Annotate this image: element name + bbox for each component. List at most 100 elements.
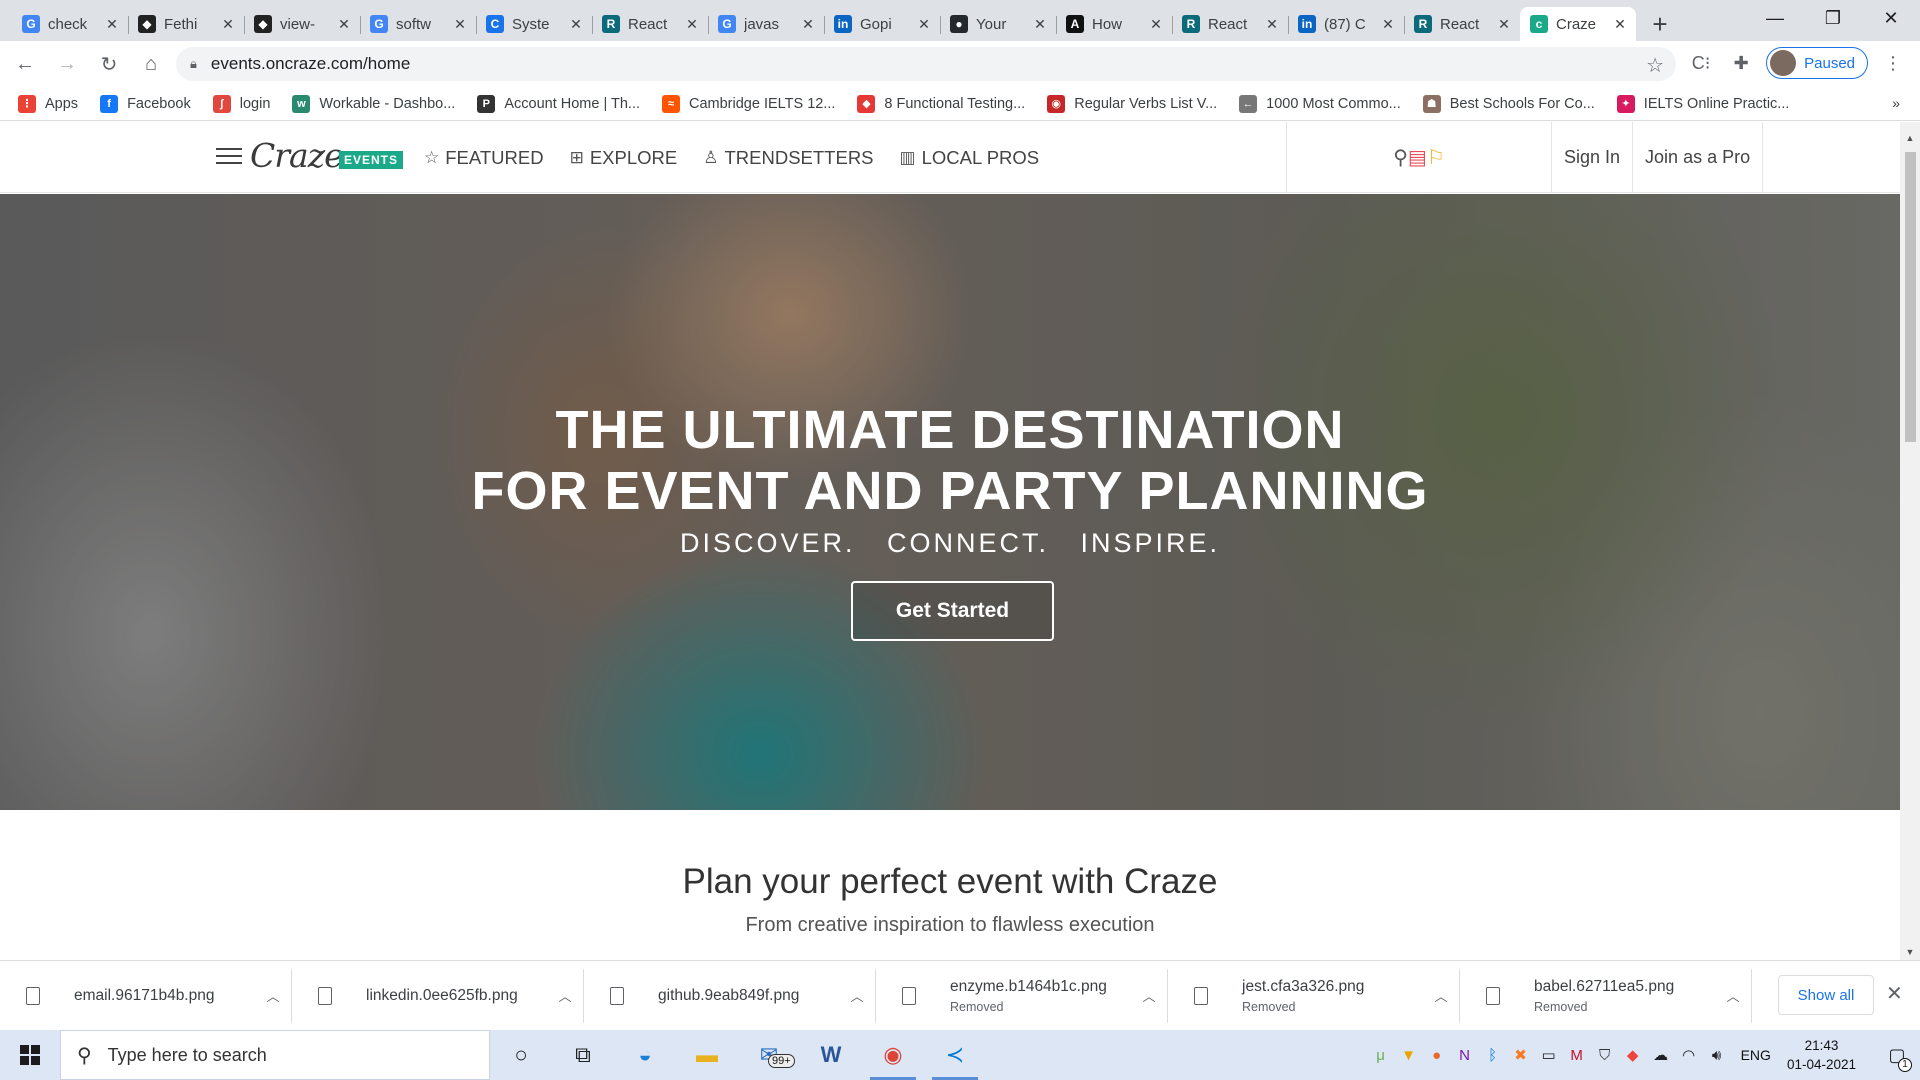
- hamburger-menu-icon[interactable]: [216, 148, 242, 169]
- close-tab-icon[interactable]: ✕: [452, 16, 468, 33]
- browser-tab[interactable]: Gcheck ✕: [12, 7, 128, 41]
- nav-item-trendsetters[interactable]: ♙ TRENDSETTERS: [703, 147, 873, 169]
- home-button[interactable]: ⌂: [134, 47, 168, 81]
- task-view-icon[interactable]: ⧉: [552, 1030, 614, 1080]
- craze-logo[interactable]: Craze: [250, 136, 344, 175]
- browser-tab[interactable]: c Craze ✕: [1520, 7, 1636, 41]
- bookmark-item[interactable]: ← 1000 Most Commo...: [1239, 94, 1401, 113]
- close-tab-icon[interactable]: ✕: [916, 16, 932, 33]
- cortana-icon[interactable]: ○: [490, 1030, 552, 1080]
- wifi-icon[interactable]: ◠: [1675, 1046, 1703, 1064]
- bookmark-item[interactable]: ʃ login: [212, 94, 270, 113]
- bookmark-icon[interactable]: ⚐: [1427, 145, 1445, 170]
- bookmark-item[interactable]: ⋮ Apps: [18, 94, 78, 113]
- nav-item-featured[interactable]: ☆ FEATURED: [424, 147, 544, 169]
- browser-tab[interactable]: Gjavas ✕: [708, 7, 824, 41]
- download-item[interactable]: enzyme.b1464b1c.png Removed ︿: [876, 968, 1168, 1023]
- forward-button[interactable]: →: [50, 47, 84, 81]
- onenote-icon[interactable]: N: [1451, 1047, 1479, 1064]
- close-tab-icon[interactable]: ✕: [1148, 16, 1164, 33]
- chevron-up-icon[interactable]: ︿: [1715, 986, 1751, 1005]
- bookmark-star-icon[interactable]: ☆: [1646, 53, 1664, 78]
- nav-item-local-pros[interactable]: ▥ LOCAL PROS: [900, 147, 1040, 169]
- close-tab-icon[interactable]: ✕: [800, 16, 816, 33]
- scroll-down-arrow-icon[interactable]: ▼: [1900, 944, 1920, 960]
- close-tab-icon[interactable]: ✕: [1032, 16, 1048, 33]
- new-tab-button[interactable]: +: [1642, 7, 1678, 41]
- sign-in-link[interactable]: Sign In: [1551, 122, 1632, 193]
- browser-tab[interactable]: in (87) C ✕: [1288, 7, 1404, 41]
- anydesk-icon[interactable]: ◆: [1619, 1046, 1647, 1064]
- maximize-button[interactable]: ❐: [1804, 0, 1862, 36]
- bluetooth-icon[interactable]: ᛒ: [1479, 1047, 1507, 1064]
- download-item[interactable]: babel.62711ea5.png Removed ︿: [1460, 968, 1752, 1023]
- chevron-up-icon[interactable]: ︿: [839, 986, 875, 1005]
- bookmark-item[interactable]: ◉ Regular Verbs List V...: [1047, 94, 1217, 113]
- address-bar[interactable]: 🔒︎ events.oncraze.com/home ☆: [176, 47, 1676, 81]
- file-explorer-icon[interactable]: ▬: [676, 1030, 738, 1080]
- input-language[interactable]: ENG: [1741, 1047, 1771, 1063]
- edge-browser-icon[interactable]: ◒: [614, 1030, 676, 1080]
- bookmark-item[interactable]: w Workable - Dashbo...: [292, 94, 455, 113]
- extension-icon[interactable]: C⁝: [1686, 48, 1716, 78]
- chevron-up-icon[interactable]: ︿: [1423, 986, 1459, 1005]
- browser-tab[interactable]: R React ✕: [1172, 7, 1288, 41]
- vscode-icon[interactable]: ≺: [924, 1030, 986, 1080]
- download-item[interactable]: linkedin.0ee625fb.png ︿: [292, 968, 584, 1023]
- back-button[interactable]: ←: [8, 47, 42, 81]
- scroll-up-arrow-icon[interactable]: ▲: [1900, 130, 1920, 146]
- nav-item-explore[interactable]: ⊞ EXPLORE: [570, 147, 678, 169]
- browser-tab[interactable]: ◆ Fethi ✕: [128, 7, 244, 41]
- chevron-up-icon[interactable]: ︿: [1131, 986, 1167, 1005]
- chevron-up-icon[interactable]: ︿: [547, 986, 583, 1005]
- search-icon[interactable]: ⚲: [1393, 145, 1408, 170]
- bookmarks-overflow-icon[interactable]: »: [1892, 95, 1900, 111]
- browser-tab[interactable]: R React ✕: [592, 7, 708, 41]
- bookmark-item[interactable]: f Facebook: [100, 94, 191, 113]
- join-as-pro-link[interactable]: Join as a Pro: [1632, 122, 1764, 193]
- close-tab-icon[interactable]: ✕: [1612, 16, 1628, 33]
- reload-button[interactable]: ↻: [92, 47, 126, 81]
- close-tab-icon[interactable]: ✕: [1496, 16, 1512, 33]
- browser-tab[interactable]: A How ✕: [1056, 7, 1172, 41]
- word-icon[interactable]: W: [800, 1030, 862, 1080]
- clock[interactable]: 21:43 01-04-2021: [1787, 1036, 1856, 1074]
- bookmark-item[interactable]: ☗ Best Schools For Co...: [1422, 94, 1595, 113]
- bookmark-item[interactable]: ◆ 8 Functional Testing...: [857, 94, 1025, 113]
- start-button[interactable]: [0, 1030, 60, 1080]
- scrollbar-thumb[interactable]: [1905, 152, 1916, 442]
- close-tab-icon[interactable]: ✕: [684, 16, 700, 33]
- browser-menu-icon[interactable]: ⋮: [1878, 48, 1908, 78]
- browser-tab[interactable]: ● Your ✕: [940, 7, 1056, 41]
- browser-tab[interactable]: C Syste ✕: [476, 7, 592, 41]
- close-tab-icon[interactable]: ✕: [1264, 16, 1280, 33]
- close-tab-icon[interactable]: ✕: [220, 16, 236, 33]
- utorrent-icon[interactable]: μ: [1367, 1047, 1395, 1064]
- taskbar-search-box[interactable]: ⚲ Type here to search: [60, 1030, 490, 1080]
- close-download-shelf-icon[interactable]: ✕: [1886, 981, 1903, 1006]
- bookmark-item[interactable]: P Account Home | Th...: [477, 94, 640, 113]
- download-item[interactable]: email.96171b4b.png ︿: [0, 968, 292, 1023]
- browser-tab[interactable]: in Gopi ✕: [824, 7, 940, 41]
- app-tray-icon[interactable]: ●: [1423, 1047, 1451, 1064]
- close-tab-icon[interactable]: ✕: [336, 16, 352, 33]
- battery-icon[interactable]: ▭: [1535, 1046, 1563, 1064]
- bookmark-item[interactable]: ✦ IELTS Online Practic...: [1616, 94, 1789, 113]
- download-item[interactable]: github.9eab849f.png ︿: [584, 968, 876, 1023]
- close-tab-icon[interactable]: ✕: [1380, 16, 1396, 33]
- minimize-button[interactable]: —: [1746, 0, 1804, 36]
- browser-tab[interactable]: Gsoftw ✕: [360, 7, 476, 41]
- network-icon[interactable]: ☁: [1647, 1046, 1675, 1064]
- show-all-downloads-button[interactable]: Show all: [1778, 975, 1874, 1015]
- close-window-button[interactable]: ✕: [1862, 0, 1920, 36]
- ideabook-icon[interactable]: ▤: [1408, 145, 1427, 170]
- close-tab-icon[interactable]: ✕: [568, 16, 584, 33]
- mcafee-icon[interactable]: M: [1563, 1047, 1591, 1064]
- lock-icon[interactable]: 🔒︎: [190, 56, 197, 72]
- chevron-up-icon[interactable]: ︿: [255, 986, 291, 1005]
- close-tab-icon[interactable]: ✕: [104, 16, 120, 33]
- mail-icon[interactable]: ✉ 99+: [738, 1030, 800, 1080]
- page-scrollbar[interactable]: ▲ ▼: [1900, 122, 1920, 960]
- notification-center-icon[interactable]: ▢ 1: [1874, 1030, 1920, 1080]
- extensions-puzzle-icon[interactable]: ✚: [1726, 48, 1756, 78]
